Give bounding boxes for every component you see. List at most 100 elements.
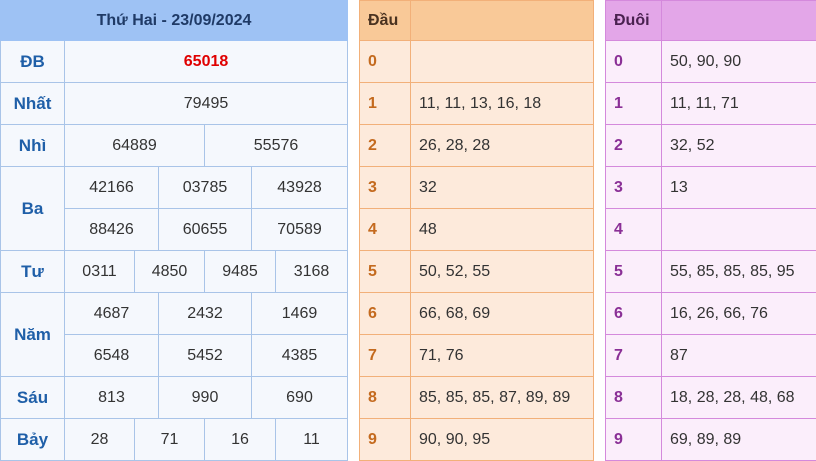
prize-value-nhi: 64889 — [65, 125, 205, 167]
duoi-values: 87 — [662, 335, 816, 377]
duoi-row: 616, 26, 66, 76 — [606, 293, 816, 335]
prize-row-nhat: Nhất 79495 — [1, 83, 348, 125]
prize-value-nhi: 55576 — [205, 125, 348, 167]
dau-key: 6 — [360, 293, 411, 335]
prize-row-nam: Năm 4687 2432 1469 — [1, 293, 348, 335]
duoi-values: 13 — [662, 167, 816, 209]
dau-key: 8 — [360, 377, 411, 419]
duoi-loto-table: Đuôi 050, 90, 90 111, 11, 71 232, 52 313… — [605, 0, 816, 461]
prize-label-tu: Tư — [1, 251, 65, 293]
prize-value-nam: 6548 — [65, 335, 159, 377]
dau-values: 85, 85, 85, 87, 89, 89 — [411, 377, 594, 419]
duoi-values: 50, 90, 90 — [662, 41, 816, 83]
prize-value-bay: 28 — [65, 419, 135, 461]
prize-value-nam: 4385 — [252, 335, 348, 377]
dau-values: 26, 28, 28 — [411, 125, 594, 167]
prize-value-ba: 03785 — [159, 167, 252, 209]
prize-label-ba: Ba — [1, 167, 65, 251]
dau-key: 4 — [360, 209, 411, 251]
duoi-row: 555, 85, 85, 85, 95 — [606, 251, 816, 293]
prize-value-ba: 70589 — [252, 209, 348, 251]
dau-row: 448 — [360, 209, 594, 251]
dau-values: 48 — [411, 209, 594, 251]
dau-row: 226, 28, 28 — [360, 125, 594, 167]
duoi-row: 232, 52 — [606, 125, 816, 167]
duoi-row: 050, 90, 90 — [606, 41, 816, 83]
dau-values: 66, 68, 69 — [411, 293, 594, 335]
duoi-key: 9 — [606, 419, 662, 461]
prize-value-tu: 0311 — [65, 251, 135, 293]
dau-loto-table: Đầu 0 111, 11, 13, 16, 18 226, 28, 28 33… — [359, 0, 594, 461]
dau-key: 2 — [360, 125, 411, 167]
duoi-row: 787 — [606, 335, 816, 377]
dau-header: Đầu — [360, 1, 411, 41]
duoi-header: Đuôi — [606, 1, 662, 41]
dau-key: 1 — [360, 83, 411, 125]
prize-label-nhat: Nhất — [1, 83, 65, 125]
prize-row-ba: Ba 42166 03785 43928 — [1, 167, 348, 209]
duoi-row: 969, 89, 89 — [606, 419, 816, 461]
dau-values: 50, 52, 55 — [411, 251, 594, 293]
prize-value-nam: 1469 — [252, 293, 348, 335]
prize-row-nhi: Nhì 64889 55576 — [1, 125, 348, 167]
duoi-key: 4 — [606, 209, 662, 251]
dau-key: 0 — [360, 41, 411, 83]
duoi-values: 16, 26, 66, 76 — [662, 293, 816, 335]
dau-key: 9 — [360, 419, 411, 461]
prize-value-bay: 71 — [135, 419, 205, 461]
dau-values: 11, 11, 13, 16, 18 — [411, 83, 594, 125]
prize-value-ba: 88426 — [65, 209, 159, 251]
duoi-values — [662, 209, 816, 251]
duoi-row: 818, 28, 28, 48, 68 — [606, 377, 816, 419]
duoi-values: 55, 85, 85, 85, 95 — [662, 251, 816, 293]
prize-row-tu: Tư 0311 4850 9485 3168 — [1, 251, 348, 293]
prize-value-sau: 990 — [159, 377, 252, 419]
prize-value-tu: 3168 — [276, 251, 348, 293]
prize-value-bay: 11 — [276, 419, 348, 461]
prize-label-sau: Sáu — [1, 377, 65, 419]
duoi-row: 111, 11, 71 — [606, 83, 816, 125]
duoi-key: 2 — [606, 125, 662, 167]
duoi-row: 4 — [606, 209, 816, 251]
duoi-key: 5 — [606, 251, 662, 293]
prize-value-bay: 16 — [205, 419, 276, 461]
prize-label-bay: Bảy — [1, 419, 65, 461]
prize-row-bay: Bảy 28 71 16 11 — [1, 419, 348, 461]
prize-value-db: 65018 — [65, 41, 348, 83]
dau-row: 771, 76 — [360, 335, 594, 377]
duoi-key: 8 — [606, 377, 662, 419]
dau-row: 550, 52, 55 — [360, 251, 594, 293]
duoi-values: 69, 89, 89 — [662, 419, 816, 461]
duoi-key: 1 — [606, 83, 662, 125]
prize-label-nhi: Nhì — [1, 125, 65, 167]
duoi-header-blank — [662, 1, 816, 41]
dau-key: 3 — [360, 167, 411, 209]
dau-row: 990, 90, 95 — [360, 419, 594, 461]
dau-key: 5 — [360, 251, 411, 293]
dau-values — [411, 41, 594, 83]
duoi-key: 7 — [606, 335, 662, 377]
prize-value-tu: 9485 — [205, 251, 276, 293]
duoi-values: 11, 11, 71 — [662, 83, 816, 125]
prize-label-db: ĐB — [1, 41, 65, 83]
dau-row: 111, 11, 13, 16, 18 — [360, 83, 594, 125]
dau-row: 885, 85, 85, 87, 89, 89 — [360, 377, 594, 419]
dau-row: 0 — [360, 41, 594, 83]
prize-label-nam: Năm — [1, 293, 65, 377]
prize-value-nhat: 79495 — [65, 83, 348, 125]
duoi-key: 6 — [606, 293, 662, 335]
prize-value-ba: 60655 — [159, 209, 252, 251]
dau-values: 32 — [411, 167, 594, 209]
duoi-values: 32, 52 — [662, 125, 816, 167]
lottery-results-table: Thứ Hai - 23/09/2024 ĐB 65018 Nhất 79495… — [0, 0, 348, 461]
prize-value-ba: 42166 — [65, 167, 159, 209]
prize-row-db: ĐB 65018 — [1, 41, 348, 83]
dau-header-blank — [411, 1, 594, 41]
prize-value-nam: 5452 — [159, 335, 252, 377]
results-date-title: Thứ Hai - 23/09/2024 — [1, 1, 348, 41]
prize-row-sau: Sáu 813 990 690 — [1, 377, 348, 419]
prize-value-ba: 43928 — [252, 167, 348, 209]
duoi-key: 3 — [606, 167, 662, 209]
prize-value-tu: 4850 — [135, 251, 205, 293]
dau-row: 666, 68, 69 — [360, 293, 594, 335]
